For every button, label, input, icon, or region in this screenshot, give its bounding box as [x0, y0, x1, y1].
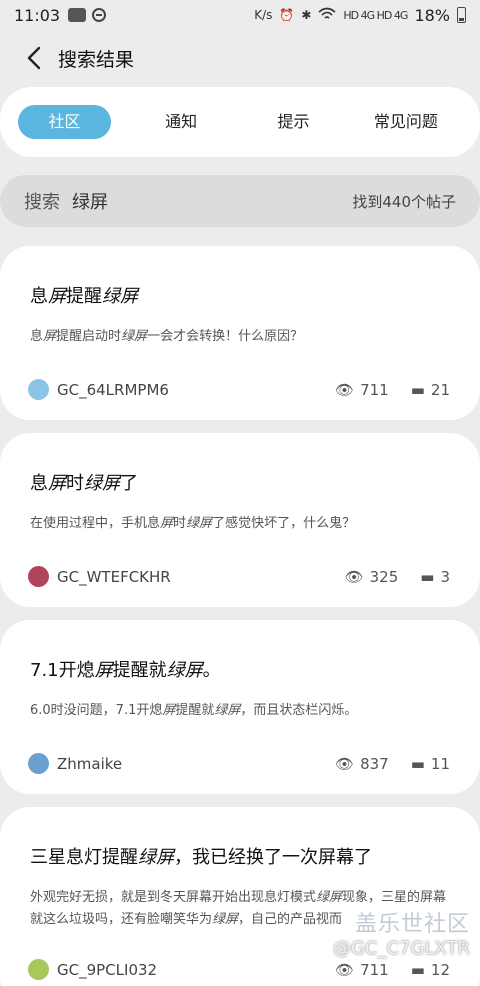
view-count: 837: [360, 755, 389, 773]
post-title: 息屏提醒绿屏: [30, 286, 138, 307]
status-icons: K/s ⏰ ✱ HD 4G HD 4G 18%: [254, 6, 466, 25]
reply-count: 21: [430, 381, 450, 399]
status-time: 11:03: [14, 5, 61, 25]
watermark-logo: 盖乐世社区: [354, 912, 470, 937]
watermark-user: @GC_C7GLXTR: [332, 938, 470, 959]
header: 搜索结果: [0, 36, 480, 80]
alarm-icon: ⏰: [279, 8, 295, 22]
battery-percent: 18%: [414, 5, 450, 25]
page-title: 搜索结果: [58, 48, 135, 71]
post-card[interactable]: 7.1开熄屏提醒就绿屏。 6.0时没问题，7.1开熄屏提醒就绿屏，而且状态栏闪烁…: [0, 620, 480, 794]
post-snippet: 6.0时没问题，7.1开熄屏提醒就绿屏，而且状态栏闪烁。: [30, 703, 358, 718]
comment-icon: ▬: [410, 961, 425, 979]
search-query: 绿屏: [72, 192, 108, 213]
author-name: GC_64LRMPM6: [57, 380, 169, 399]
post-author[interactable]: GC_64LRMPM6: [28, 379, 169, 400]
tab-faq[interactable]: 常见问题: [350, 105, 462, 139]
tab-tips[interactable]: 提示: [237, 105, 349, 139]
back-arrow-icon[interactable]: [12, 36, 56, 80]
avatar: [28, 753, 49, 774]
avatar: [28, 379, 49, 400]
tab-bar: 社区 通知 提示 常见问题: [0, 87, 480, 157]
search-label: 搜索: [24, 192, 60, 213]
post-title: 三星息灯提醒绿屏，我已经换了一次屏幕了: [30, 847, 372, 868]
post-snippet: 在使用过程中，手机息屏时绿屏了感觉快坏了，什么鬼？: [30, 516, 356, 531]
eye-icon: 👁: [335, 961, 355, 979]
result-count: 找到440个帖子: [352, 192, 456, 211]
view-count: 325: [369, 568, 399, 586]
search-bar[interactable]: 搜索 绿屏 找到440个帖子: [0, 175, 480, 227]
post-title: 7.1开熄屏提醒就绿屏。: [30, 660, 221, 681]
post-author[interactable]: GC_9PCLI032: [28, 959, 157, 980]
author-name: GC_WTEFCKHR: [57, 567, 171, 586]
post-author[interactable]: GC_WTEFCKHR: [28, 566, 171, 587]
eye-icon: 👁: [344, 568, 364, 586]
post-stats: 👁 837 ▬ 11: [335, 755, 450, 773]
avatar: [28, 566, 49, 587]
post-stats: 👁 325 ▬ 3: [345, 568, 450, 586]
watermark: 盖乐世社区 @GC_C7GLXTR: [333, 906, 470, 959]
reply-count: 3: [440, 568, 450, 586]
do-not-disturb-icon: [92, 8, 107, 22]
post-card[interactable]: 息屏提醒绿屏 息屏提醒启动时绿屏一会才会转换！什么原因？ GC_64LRMPM6…: [0, 246, 480, 420]
bluetooth-icon: ✱: [301, 8, 312, 22]
comment-icon: ▬: [410, 381, 425, 399]
author-name: GC_9PCLI032: [57, 960, 158, 979]
tab-notices[interactable]: 通知: [125, 105, 237, 139]
battery-icon: [457, 7, 466, 23]
post-author[interactable]: Zhmaike: [28, 753, 122, 774]
signal-icons: HD 4G HD 4G: [343, 8, 408, 22]
network-speed-text: K/s: [254, 8, 273, 22]
tab-community[interactable]: 社区: [18, 105, 111, 139]
status-bar: 11:03 K/s ⏰ ✱ HD 4G HD 4G 18%: [0, 0, 480, 30]
avatar: [28, 959, 49, 980]
view-count: 711: [360, 961, 389, 979]
comment-icon: ▬: [410, 755, 425, 773]
comment-icon: ▬: [420, 568, 435, 586]
reply-count: 11: [430, 755, 450, 773]
eye-icon: 👁: [335, 755, 355, 773]
post-card[interactable]: 三星息灯提醒绿屏，我已经换了一次屏幕了 外观完好无损，就是到冬天屏幕开始出现息灯…: [0, 807, 480, 986]
wifi-icon: [318, 7, 336, 24]
post-stats: 👁 711 ▬ 12: [335, 961, 450, 979]
eye-icon: 👁: [335, 381, 355, 399]
post-stats: 👁 711 ▬ 21: [335, 381, 450, 399]
author-name: Zhmaike: [57, 754, 123, 773]
view-count: 711: [360, 381, 389, 399]
post-snippet: 息屏提醒启动时绿屏一会才会转换！什么原因？: [30, 329, 304, 344]
post-title: 息屏时绿屏了: [30, 473, 138, 494]
reply-count: 12: [430, 961, 450, 979]
post-card[interactable]: 息屏时绿屏了 在使用过程中，手机息屏时绿屏了感觉快坏了，什么鬼？ GC_WTEF…: [0, 433, 480, 607]
notification-app-icon: [68, 8, 87, 22]
